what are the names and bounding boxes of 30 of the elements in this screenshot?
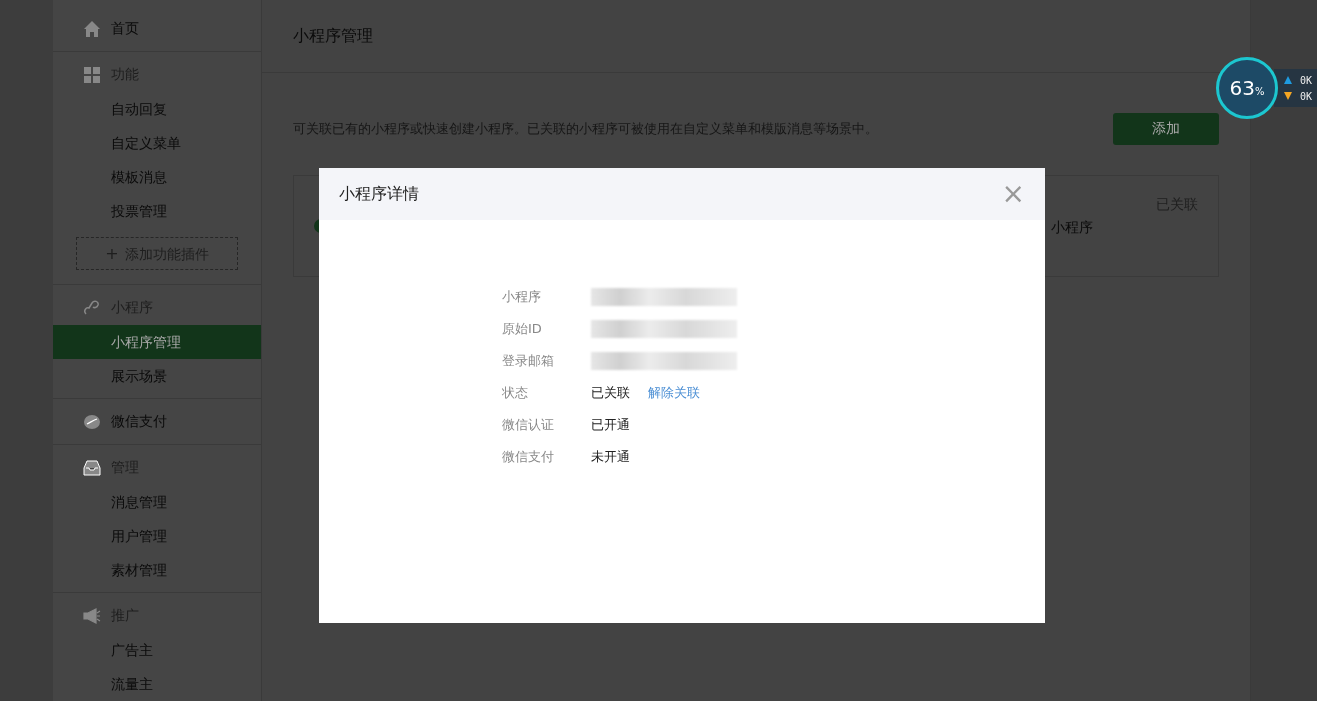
down-arrow-icon (1284, 92, 1292, 100)
percent-text: 63 (1229, 76, 1255, 100)
close-button[interactable]: × (1001, 180, 1025, 208)
sidebar-heading[interactable]: 微信支付 (111, 413, 167, 431)
page-title: 小程序管理 (293, 25, 373, 47)
field-value: 已关联 (591, 384, 630, 402)
sidebar-item[interactable]: 模板消息 (53, 160, 261, 194)
add-button[interactable]: 添加 (1113, 113, 1219, 145)
download-speed: 0K (1300, 90, 1313, 102)
percent-unit: % (1254, 85, 1265, 97)
field-value: 已开通 (591, 416, 630, 434)
sidebar-item[interactable]: 小程序管理 (53, 325, 261, 359)
home-icon (83, 20, 101, 38)
dialog-title: 小程序详情 (339, 183, 419, 205)
up-arrow-icon (1284, 76, 1292, 84)
field-value: 未开通 (591, 448, 630, 466)
megaphone-icon (83, 607, 101, 625)
field-label: 状态 (502, 384, 529, 402)
field-label: 登录邮箱 (502, 352, 555, 370)
grid-icon (83, 66, 101, 84)
field-label: 微信认证 (502, 416, 555, 434)
sidebar-heading[interactable]: 首页 (111, 20, 139, 38)
field-label: 原始ID (502, 320, 543, 338)
upload-speed: 0K (1300, 74, 1313, 86)
link-icon (83, 299, 101, 317)
unlink-link[interactable]: 解除关联 (648, 384, 700, 402)
sidebar-item[interactable]: 展示场景 (53, 359, 261, 393)
field-label: 小程序 (502, 288, 542, 306)
field-label: 微信支付 (502, 448, 555, 466)
inbox-icon (83, 459, 101, 477)
